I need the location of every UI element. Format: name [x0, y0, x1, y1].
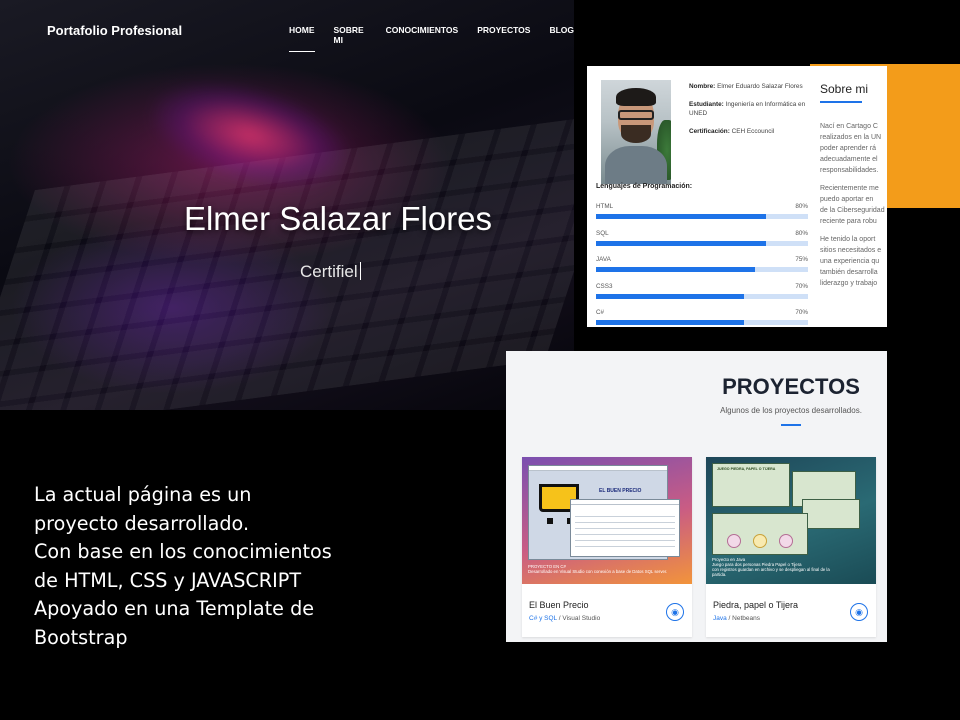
name-label: Nombre: — [689, 83, 716, 90]
nav-conocimientos[interactable]: CONOCIMIENTOS — [386, 25, 459, 45]
nav-links: HOME SOBRE MI CONOCIMIENTOS PROYECTOS BL… — [289, 25, 574, 52]
photo-hair — [616, 88, 656, 106]
about-paragraph: Nací en Cartago Crealizados en la UN pode… — [820, 123, 882, 174]
project-thumbnail[interactable]: JUEGO PIEDRA, PAPEL O TIJERA Proyecto en… — [706, 457, 876, 584]
project-name: Piedra, papel o Tijera — [713, 600, 799, 610]
description-line: Con base en los conocimientos — [34, 540, 332, 564]
about-text: Nací en Cartago Crealizados en la UN pode… — [820, 121, 887, 296]
game-window — [712, 513, 808, 555]
skill-percent: 80% — [795, 203, 808, 210]
skill-percent: 70% — [795, 282, 808, 290]
projects-title-underline — [781, 424, 801, 426]
skill-progress-track — [596, 214, 808, 219]
projects-subtitle: Algunos de los proyectos desarrollados. — [720, 406, 862, 415]
hero-subtitle: Certifiel — [300, 262, 361, 282]
hero-navbar: Portafolio Profesional HOME SOBRE MI CON… — [0, 0, 574, 60]
project-card-piedra-papel-tijera[interactable]: JUEGO PIEDRA, PAPEL O TIJERA Proyecto en… — [706, 457, 876, 637]
slide-description: La actual página es un proyecto desarrol… — [34, 481, 394, 653]
project-tags: C# y SQL / Visual Studio — [529, 615, 601, 622]
tag-tool: Visual Studio — [562, 615, 601, 622]
nav-blog[interactable]: BLOG — [549, 25, 574, 45]
skill-progress-fill — [596, 240, 766, 246]
typing-caret — [359, 262, 361, 280]
about-screenshot: Nombre: Elmer Eduardo Salazar Flores Est… — [587, 66, 887, 327]
tag-language[interactable]: Java — [713, 615, 727, 622]
skill-name: JAVA — [596, 256, 611, 263]
info-cert: Certificación: CEH Eccouncil — [689, 127, 811, 136]
project-tags: Java / Netbeans — [713, 615, 760, 622]
tag-language[interactable]: C# y SQL — [529, 615, 557, 622]
about-paragraph: Recientemente me puedo aportar en de la Ci… — [820, 185, 885, 225]
game-window — [802, 499, 860, 529]
skill-progress-fill — [596, 267, 755, 272]
profile-info: Nombre: Elmer Eduardo Salazar Flores Est… — [689, 82, 811, 145]
info-student: Estudiante: Ingeniería en Informática en… — [689, 100, 811, 118]
description-line: de HTML, CSS y JAVASCRIPT — [34, 568, 302, 592]
nav-home[interactable]: HOME — [289, 25, 315, 52]
cert-value: CEH Eccouncil — [731, 128, 775, 135]
photo-shirt — [605, 146, 667, 184]
skill-name: SQL — [596, 229, 609, 237]
profile-photo — [601, 80, 671, 184]
skill-percent: 80% — [795, 229, 808, 237]
hero-name: Elmer Salazar Flores — [183, 200, 493, 237]
about-heading: Sobre mi — [820, 82, 869, 103]
project-card-buen-precio[interactable]: EL BUEN PRECIO PROYECTO EN C# Desarrolla… — [522, 457, 692, 637]
thumb-caption: PROYECTO EN C# Desarrollado en Visual St… — [528, 564, 668, 574]
github-icon[interactable]: ◉ — [850, 603, 868, 621]
skill-percent: 75% — [795, 256, 808, 263]
description-line: proyecto desarrollado. — [34, 511, 250, 535]
skill-progress-track — [596, 320, 808, 325]
typed-text: Certifiel — [300, 262, 358, 281]
skill-progress-track — [596, 240, 808, 246]
thumb-title: EL BUEN PRECIO — [599, 488, 642, 494]
skill-name: HTML — [596, 203, 614, 210]
github-icon[interactable]: ◉ — [666, 603, 684, 621]
tag-tool: Netbeans — [732, 615, 760, 622]
description-line: Apoyado en una Template de — [34, 597, 315, 621]
skills-title: Lenguajes de Programación: — [596, 183, 693, 190]
info-name: Nombre: Elmer Eduardo Salazar Flores — [689, 82, 811, 91]
nav-sobre-mi[interactable]: SOBRE MI — [334, 25, 367, 45]
skill-progress-fill — [596, 320, 745, 325]
app-dialog — [570, 499, 680, 557]
skill-progress-track — [596, 267, 808, 272]
skill-progress-fill — [596, 214, 766, 219]
skill-name: C# — [596, 309, 605, 316]
nav-proyectos[interactable]: PROYECTOS — [477, 25, 530, 45]
name-value: Elmer Eduardo Salazar Flores — [717, 83, 803, 90]
project-thumbnail[interactable]: EL BUEN PRECIO PROYECTO EN C# Desarrolla… — [522, 457, 692, 584]
cert-label: Certificación: — [689, 128, 730, 135]
projects-screenshot: PROYECTOS Algunos de los proyectos desar… — [506, 351, 887, 642]
skill-name: CSS3 — [596, 282, 613, 290]
brand-title[interactable]: Portafolio Profesional — [47, 23, 182, 38]
photo-glasses — [618, 110, 654, 120]
student-label: Estudiante: — [689, 101, 724, 108]
description-line: Bootstrap — [34, 625, 128, 649]
about-paragraph: He tenido la oport sitios necesitados e un… — [820, 236, 882, 287]
project-name: El Buen Precio — [529, 600, 589, 610]
skill-progress-track — [596, 293, 808, 299]
photo-beard — [621, 125, 651, 143]
game-window: JUEGO PIEDRA, PAPEL O TIJERA — [712, 463, 790, 507]
projects-title: PROYECTOS — [722, 374, 860, 399]
description-line: La actual página es un — [34, 483, 252, 506]
thumb-title: JUEGO PIEDRA, PAPEL O TIJERA — [717, 467, 776, 471]
skill-progress-fill — [596, 293, 745, 299]
hero-screenshot: Portafolio Profesional HOME SOBRE MI CON… — [0, 0, 574, 410]
skill-percent: 70% — [795, 309, 808, 316]
thumb-caption: Proyecto en Java Juego para dos personas… — [712, 557, 830, 577]
